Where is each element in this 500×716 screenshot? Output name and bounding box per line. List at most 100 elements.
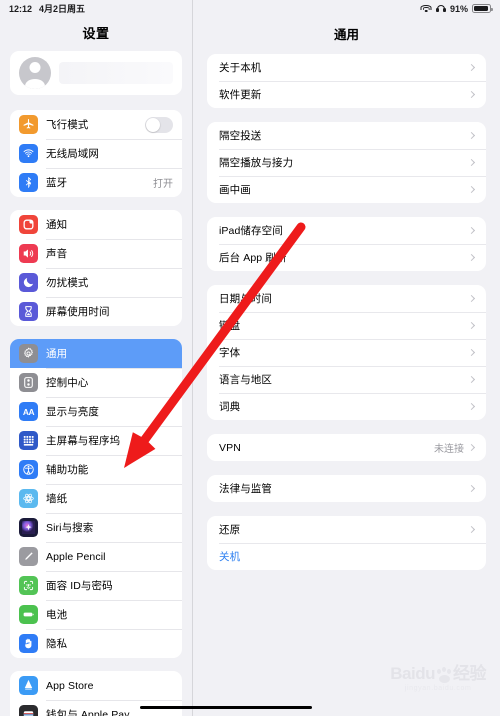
- sidebar-item-3-g3[interactable]: AA 显示与亮度: [10, 397, 182, 426]
- sidebar-item-10-g3[interactable]: 电池: [10, 600, 182, 629]
- sidebar-groups: 飞行模式无线局域网蓝牙 打开通知声音勿扰模式 屏幕使用时间通用控制中心 AA 显示与亮度…: [10, 110, 182, 716]
- status-bar-date: 4月2日周五: [39, 4, 86, 14]
- detail-row[interactable]: 日期与时间: [207, 285, 486, 312]
- sidebar-scroll-area[interactable]: 飞行模式无线局域网蓝牙 打开通知声音勿扰模式 屏幕使用时间通用控制中心 AA 显示与亮度…: [0, 51, 192, 716]
- chevron-right-icon: [467, 348, 476, 357]
- sound-icon: [19, 244, 38, 263]
- baidu-watermark: Baidu 经验 jingyan.baidu.com: [390, 659, 486, 692]
- detail-group: 还原 关机: [207, 516, 486, 570]
- watermark-brand: Baidu: [390, 664, 435, 683]
- sidebar-item-2-g3[interactable]: 控制中心: [10, 368, 182, 397]
- status-bar-right: 91%: [420, 3, 493, 14]
- detail-row[interactable]: 画中画: [207, 176, 486, 203]
- watermark-brand-row: Baidu 经验: [390, 659, 487, 684]
- accessibility-icon: [19, 460, 38, 479]
- paw-icon: [436, 667, 452, 684]
- sidebar-item-label: 蓝牙: [46, 177, 68, 189]
- sidebar-item-label: Apple Pencil: [46, 550, 106, 563]
- account-name-placeholder: [59, 62, 173, 84]
- gear-icon: [19, 344, 38, 363]
- detail-group: 隔空投送隔空播放与接力画中画: [207, 122, 486, 203]
- sidebar-item-value: 打开: [153, 179, 173, 190]
- detail-row-label: 语言与地区: [219, 374, 272, 386]
- detail-row[interactable]: 字体: [207, 339, 486, 366]
- detail-row[interactable]: 语言与地区: [207, 366, 486, 393]
- chevron-right-icon: [467, 402, 476, 411]
- settings-sidebar[interactable]: 设置 飞行模式 无线局域网 蓝牙 打开 通知 声音 勿扰模式 屏幕使用时间 通用 控制中心 AA 显示…: [0, 0, 193, 716]
- sidebar-item-3-g1[interactable]: 蓝牙 打开: [10, 168, 182, 197]
- wallpaper-icon: [19, 489, 38, 508]
- privacy-hand-icon: [19, 634, 38, 653]
- sidebar-group: 通知声音勿扰模式 屏幕使用时间: [10, 210, 182, 326]
- sidebar-item-label: 声音: [46, 248, 68, 260]
- battery-icon: [472, 4, 493, 13]
- sidebar-item-2-g2[interactable]: 声音: [10, 239, 182, 268]
- sidebar-item-label: App Store: [46, 679, 94, 692]
- detail-row-label: 还原: [219, 524, 241, 536]
- detail-row[interactable]: 软件更新: [207, 81, 486, 108]
- detail-row[interactable]: 关机: [207, 543, 486, 570]
- battery-icon: [19, 605, 38, 624]
- sidebar-item-1-g4[interactable]: App Store: [10, 671, 182, 700]
- airplane-mode-toggle[interactable]: [145, 116, 173, 133]
- chevron-right-icon: [467, 158, 476, 167]
- siri-icon: [19, 518, 38, 537]
- watermark-url: jingyan.baidu.com: [404, 685, 472, 692]
- sidebar-item-label: 控制中心: [46, 377, 89, 389]
- sidebar-item-4-g2[interactable]: 屏幕使用时间: [10, 297, 182, 326]
- detail-row[interactable]: VPN 未连接: [207, 434, 486, 461]
- sidebar-item-3-g2[interactable]: 勿扰模式: [10, 268, 182, 297]
- detail-row[interactable]: 后台 App 刷新: [207, 244, 486, 271]
- sidebar-account-row[interactable]: [10, 51, 182, 95]
- detail-row-value: 未连接: [434, 444, 464, 455]
- detail-group: 法律与监管: [207, 475, 486, 502]
- watermark-suffix: 经验: [453, 664, 487, 683]
- sidebar-item-label: 飞行模式: [46, 119, 89, 131]
- detail-row-label: 后台 App 刷新: [219, 252, 287, 264]
- sidebar-item-label: 隐私: [46, 638, 68, 650]
- detail-row[interactable]: 隔空播放与接力: [207, 149, 486, 176]
- sidebar-item-4-g3[interactable]: 主屏幕与程序坞: [10, 426, 182, 455]
- avatar-placeholder-icon: [19, 57, 51, 89]
- sidebar-item-1-g2[interactable]: 通知: [10, 210, 182, 239]
- sidebar-item-11-g3[interactable]: 隐私: [10, 629, 182, 658]
- detail-row[interactable]: 还原: [207, 516, 486, 543]
- sidebar-group: App Store 钱包与 Apple Pay: [10, 671, 182, 716]
- detail-title: 通用: [333, 28, 359, 42]
- chevron-right-icon: [467, 185, 476, 194]
- detail-row[interactable]: 键盘: [207, 312, 486, 339]
- detail-row[interactable]: 隔空投送: [207, 122, 486, 149]
- detail-row-label: 隔空播放与接力: [219, 157, 294, 169]
- sidebar-item-label: 通知: [46, 219, 68, 231]
- home-indicator: [0, 705, 500, 709]
- sidebar-item-2-g1[interactable]: 无线局域网: [10, 139, 182, 168]
- detail-group: 关于本机软件更新: [207, 54, 486, 108]
- sidebar-item-label: 无线局域网: [46, 148, 99, 160]
- sidebar-item-label: 通用: [46, 348, 68, 360]
- sidebar-item-6-g3[interactable]: 墙纸: [10, 484, 182, 513]
- home-screen-dock-icon: [19, 431, 38, 450]
- detail-row[interactable]: 关于本机: [207, 54, 486, 81]
- sidebar-item-1-g3[interactable]: 通用: [10, 339, 182, 368]
- sidebar-item-5-g3[interactable]: 辅助功能: [10, 455, 182, 484]
- chevron-right-icon: [467, 131, 476, 140]
- sidebar-item-8-g3[interactable]: Apple Pencil: [10, 542, 182, 571]
- status-bar: 12:12 4月2日周五 91%: [0, 0, 500, 17]
- detail-row[interactable]: iPad储存空间: [207, 217, 486, 244]
- detail-row-label: 关机: [219, 551, 241, 563]
- detail-scroll-area[interactable]: 关于本机软件更新隔空投送隔空播放与接力画中画 iPad储存空间后台 App 刷新日…: [193, 54, 500, 570]
- detail-row[interactable]: 法律与监管: [207, 475, 486, 502]
- battery-percent-label: 91%: [449, 3, 468, 14]
- detail-row-label: VPN: [219, 441, 241, 454]
- sidebar-item-1-g1[interactable]: 飞行模式: [10, 110, 182, 139]
- chevron-right-icon: [467, 63, 476, 72]
- detail-row[interactable]: 词典: [207, 393, 486, 420]
- detail-row-label: 词典: [219, 401, 241, 413]
- chevron-right-icon: [467, 321, 476, 330]
- sidebar-item-7-g3[interactable]: Siri与搜索: [10, 513, 182, 542]
- general-detail-pane[interactable]: 通用 关于本机软件更新隔空投送隔空播放与接力画中画 iPad储存空间后台 App …: [193, 0, 500, 716]
- detail-row-label: 软件更新: [219, 89, 262, 101]
- chevron-right-icon: [467, 525, 476, 534]
- detail-group: 日期与时间 键盘 字体语言与地区词典: [207, 285, 486, 420]
- sidebar-item-9-g3[interactable]: 面容 ID与密码: [10, 571, 182, 600]
